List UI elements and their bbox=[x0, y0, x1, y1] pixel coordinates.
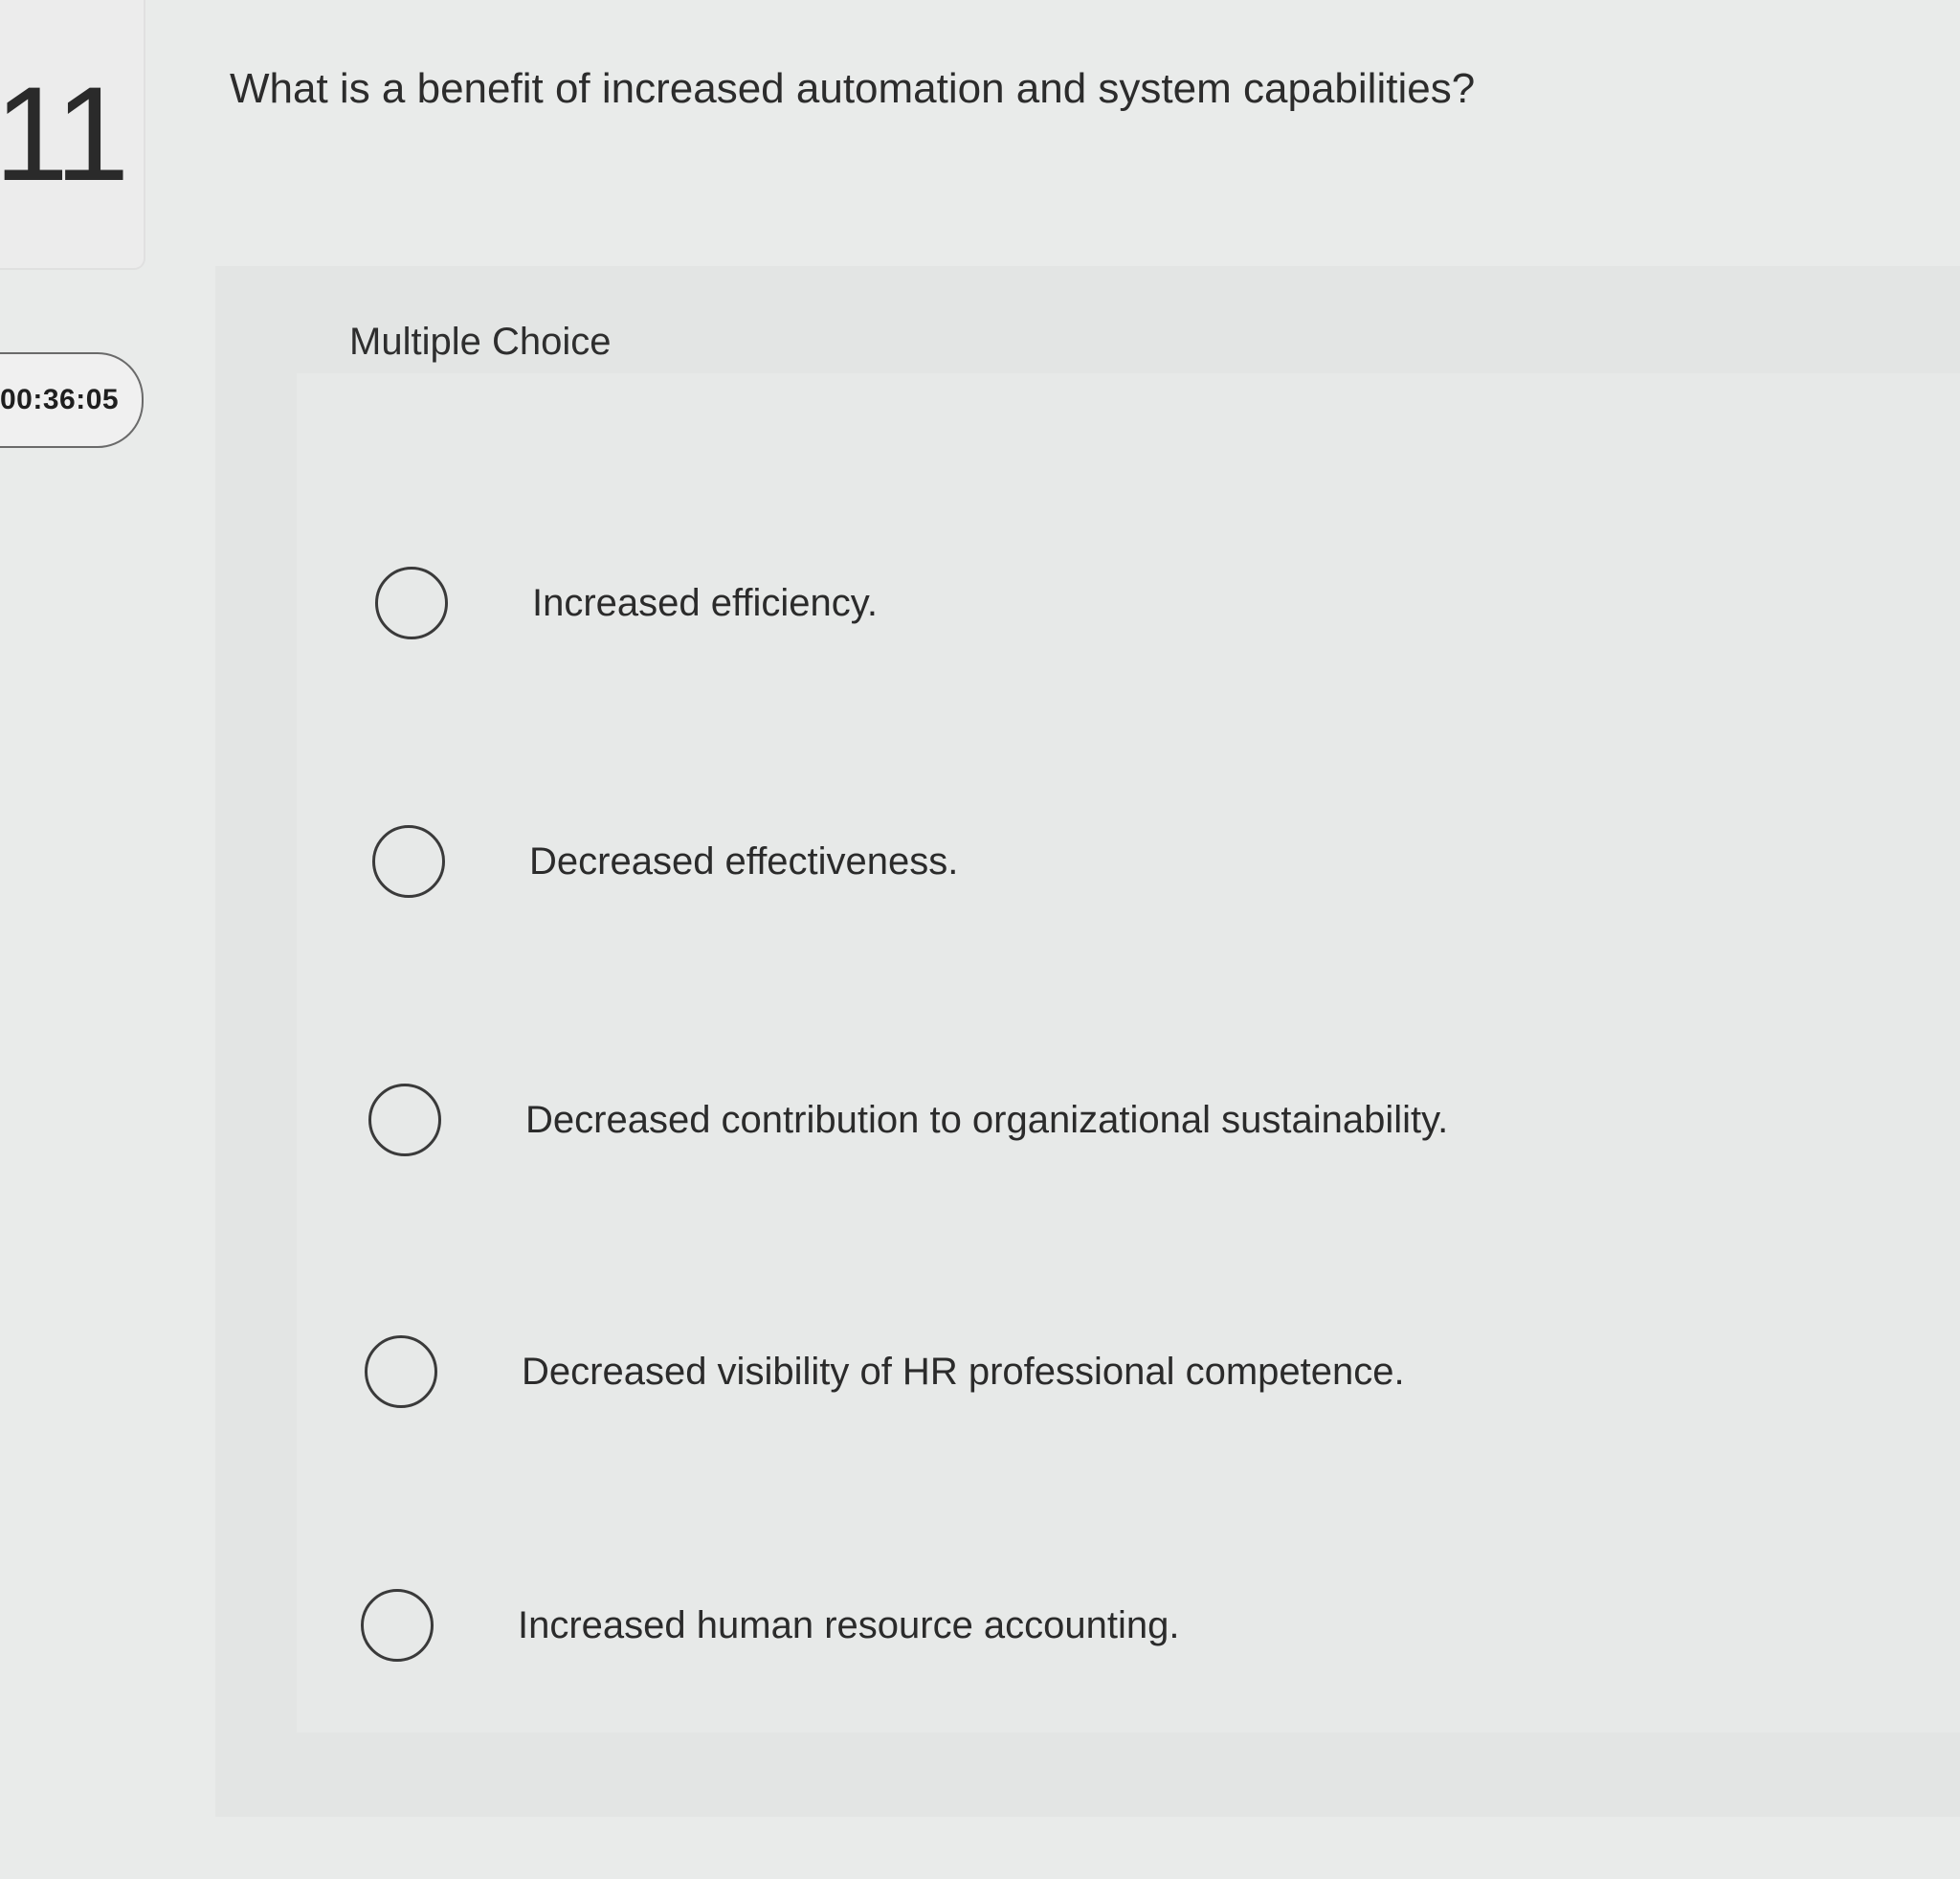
answer-option-label[interactable]: Decreased effectiveness. bbox=[529, 840, 958, 884]
radio-unselected-icon[interactable] bbox=[372, 825, 445, 898]
question-text: What is a benefit of increased automatio… bbox=[230, 65, 1476, 112]
radio-unselected-icon[interactable] bbox=[368, 1084, 441, 1156]
answer-option[interactable]: Decreased effectiveness. bbox=[372, 825, 958, 898]
answer-option-label[interactable]: Increased human resource accounting. bbox=[518, 1604, 1180, 1647]
question-type-label: Multiple Choice bbox=[349, 321, 612, 363]
answer-option-label[interactable]: Decreased visibility of HR professional … bbox=[522, 1351, 1405, 1394]
answer-option[interactable]: Decreased visibility of HR professional … bbox=[365, 1335, 1405, 1408]
answer-option[interactable]: Increased human resource accounting. bbox=[361, 1589, 1180, 1662]
timer-text: 00:36:05 bbox=[0, 384, 120, 415]
question-number: 11 bbox=[0, 58, 129, 209]
answer-option[interactable]: Increased efficiency. bbox=[375, 567, 878, 639]
radio-unselected-icon[interactable] bbox=[361, 1589, 434, 1662]
answer-option-label[interactable]: Increased efficiency. bbox=[532, 582, 878, 625]
answer-option-label[interactable]: Decreased contribution to organizational… bbox=[525, 1099, 1448, 1142]
timer-badge: 00:36:05 bbox=[0, 352, 144, 448]
radio-unselected-icon[interactable] bbox=[365, 1335, 437, 1408]
answer-option[interactable]: Decreased contribution to organizational… bbox=[368, 1084, 1448, 1156]
radio-unselected-icon[interactable] bbox=[375, 567, 448, 639]
